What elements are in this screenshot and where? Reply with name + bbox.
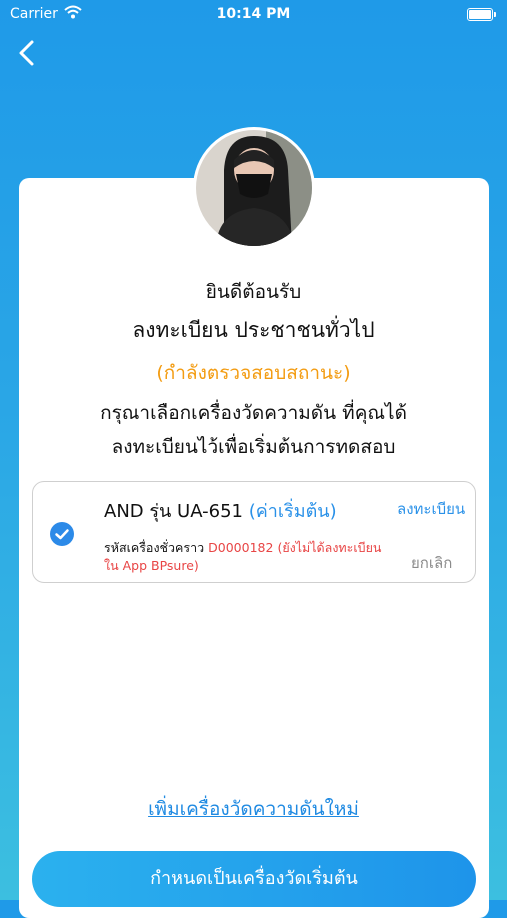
status-bar: Carrier 10:14 PM [0,0,507,30]
default-label: (ค่าเริ่มต้น) [248,501,337,522]
cancel-link[interactable]: ยกเลิก [411,551,452,575]
device-name: AND รุ่น UA-651 (ค่าเริ่มต้น) [104,496,337,525]
instructions-line-1: กรุณาเลือกเครื่องวัดความดัน ที่คุณได้ [100,402,407,424]
device-code: รหัสเครื่องชั่วคราว D0000182 (ยังไม่ได้ล… [104,539,389,575]
add-device-link[interactable]: เพิ่มเครื่องวัดความดันใหม่ [0,794,507,824]
set-default-button[interactable]: กำหนดเป็นเครื่องวัดเริ่มต้น [32,851,476,907]
welcome-text: ยินดีต้อนรับ [205,281,302,303]
status-text: (กำลังตรวจสอบสถานะ) [156,362,351,384]
device-code-value: D0000182 [208,540,274,555]
device-code-label: รหัสเครื่องชั่วคราว [104,540,205,555]
instructions-line-2: ลงทะเบียนไว้เพื่อเริ่มต้นการทดสอบ [111,436,396,458]
page-title: ลงทะเบียน ประชาชนทั่วไป [132,318,375,342]
checkmark-icon[interactable] [50,522,74,546]
battery-icon [467,8,496,21]
avatar [193,127,315,249]
chevron-left-icon[interactable] [14,38,42,68]
clock: 10:14 PM [216,6,291,22]
device-model: AND รุ่น UA-651 [104,501,243,522]
instructions: กรุณาเลือกเครื่องวัดความดัน ที่คุณได้ ลง… [0,396,507,464]
register-link[interactable]: ลงทะเบียน [397,497,465,521]
